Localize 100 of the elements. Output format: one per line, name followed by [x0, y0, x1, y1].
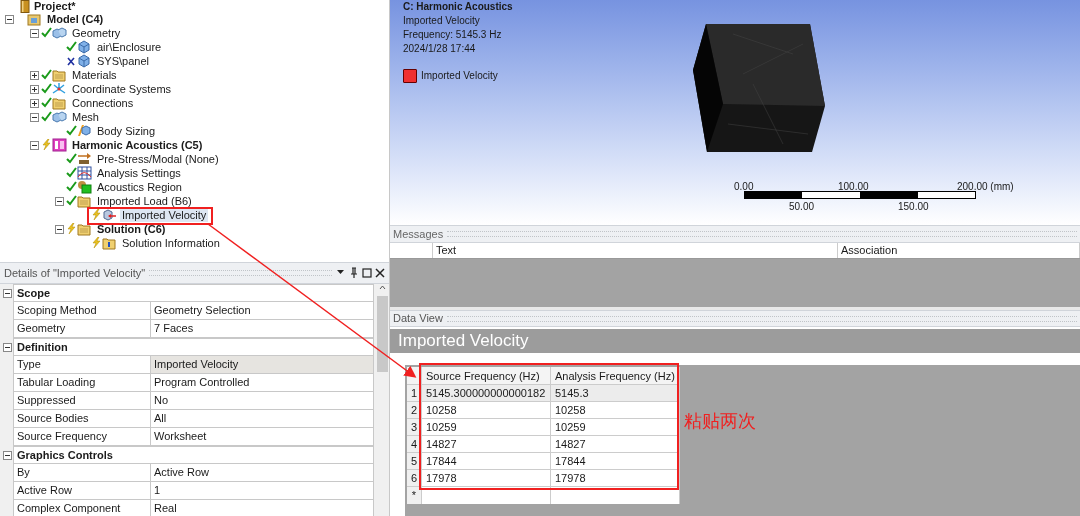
tree-item[interactable]: Solution (C6)	[95, 222, 168, 236]
folder-icon	[52, 96, 67, 110]
scale-label: 0.00	[734, 180, 754, 194]
property-value[interactable]: 7 Faces	[151, 320, 374, 338]
property-label: Suppressed	[13, 392, 151, 410]
collapse-icon[interactable]	[2, 288, 12, 298]
legend-label: Imported Velocity	[421, 69, 498, 83]
property-label: Source Bodies	[13, 410, 151, 428]
collapse-icon[interactable]	[2, 450, 12, 460]
group-heading: Definition	[13, 338, 374, 356]
collapse-icon[interactable]	[29, 28, 39, 38]
group-heading: Scope	[13, 284, 374, 302]
velocity-icon	[102, 208, 117, 222]
collapse-icon[interactable]	[54, 196, 64, 206]
folder-icon	[77, 222, 92, 236]
column-header[interactable]: Source Frequency (Hz)	[422, 367, 551, 384]
scale-label: 50.00	[789, 200, 815, 214]
collapse-icon[interactable]	[2, 342, 12, 352]
table-row[interactable]: 3 10259 10259	[407, 419, 680, 436]
table-cell: 14827	[551, 436, 680, 452]
tree-item[interactable]: Project*	[34, 0, 76, 13]
property-label: Active Row	[13, 482, 151, 500]
panel-title: Data View	[393, 311, 443, 327]
table-row[interactable]: 6 17978 17978	[407, 470, 680, 487]
tree-item[interactable]: SYS\panel	[95, 54, 151, 68]
property-value[interactable]: No	[151, 392, 374, 410]
tree-item[interactable]: Acoustics Region	[95, 180, 184, 194]
panel-title: Messages	[393, 226, 444, 242]
panel-title: Details of "Imported Velocity"	[4, 265, 146, 281]
property-value[interactable]: Geometry Selection	[151, 302, 374, 320]
table-cell: 14827	[422, 436, 551, 452]
tree-item[interactable]: Geometry	[70, 26, 123, 40]
view-title: C: Harmonic Acoustics	[403, 0, 513, 14]
table-row[interactable]: 2 10258 10258	[407, 402, 680, 419]
collapse-icon[interactable]	[29, 112, 39, 122]
property-label: Complex Component	[13, 500, 151, 516]
close-icon[interactable]	[375, 267, 385, 279]
new-row-marker: *	[407, 487, 422, 504]
folder-icon	[77, 194, 92, 208]
column-header[interactable]: Text	[433, 243, 838, 258]
expand-icon[interactable]	[29, 70, 39, 80]
sizing-icon	[77, 124, 92, 138]
arrow-icon	[77, 152, 92, 166]
property-value[interactable]: 1	[151, 482, 374, 500]
scale-label: 100.00	[838, 180, 869, 194]
maximize-icon[interactable]	[362, 267, 372, 279]
table-row[interactable]: 4 14827 14827	[407, 436, 680, 453]
region-icon	[77, 180, 92, 194]
tree-item[interactable]: air\Enclosure	[95, 40, 164, 54]
property-label: Scoping Method	[13, 302, 151, 320]
tree-item[interactable]: Model (C4)	[45, 12, 106, 26]
tree-item[interactable]: Materials	[70, 68, 119, 82]
property-value[interactable]: Real	[151, 500, 374, 516]
cube-icon	[77, 54, 92, 68]
collapse-icon[interactable]	[29, 140, 39, 150]
model-icon	[27, 12, 42, 26]
column-header[interactable]: Association	[838, 243, 1080, 258]
property-value[interactable]: Program Controlled	[151, 374, 374, 392]
book-icon	[20, 0, 30, 13]
table-cell: 17844	[551, 453, 680, 469]
tree-item[interactable]: Analysis Settings	[95, 166, 183, 180]
expand-icon[interactable]	[29, 98, 39, 108]
tree-item[interactable]: Imported Load (B6)	[95, 194, 194, 208]
property-label: By	[13, 464, 151, 482]
tree-item[interactable]: Solution Information	[120, 236, 222, 250]
collapse-icon[interactable]	[4, 14, 14, 24]
tree-item[interactable]: Coordinate Systems	[70, 82, 174, 96]
expand-icon[interactable]	[29, 84, 39, 94]
axes-icon	[52, 82, 67, 96]
tree-item[interactable]: Connections	[70, 96, 136, 110]
property-label: Source Frequency	[13, 428, 151, 446]
tree-item[interactable]: Mesh	[70, 110, 101, 124]
table-cell: 10258	[422, 402, 551, 418]
property-label: Type	[13, 356, 151, 374]
property-label: Geometry	[13, 320, 151, 338]
property-value[interactable]: Imported Velocity	[151, 356, 374, 374]
table-cell: 10259	[422, 419, 551, 435]
property-value[interactable]: All	[151, 410, 374, 428]
cubes-icon	[52, 110, 67, 124]
table-row[interactable]: 1 5145.300000000000182 5145.3	[407, 385, 680, 402]
pin-icon[interactable]	[349, 267, 359, 279]
table-cell: 17978	[422, 470, 551, 486]
table-cell: 5145.3	[551, 385, 680, 401]
annotation-text: 粘贴两次	[684, 410, 756, 433]
tree-item[interactable]: Body Sizing	[95, 124, 158, 138]
property-label: Tabular Loading	[13, 374, 151, 392]
property-value[interactable]: Worksheet	[151, 428, 374, 446]
column-header[interactable]: Analysis Frequency (Hz)	[551, 367, 680, 384]
scale-label: 200.00 (mm)	[957, 180, 1014, 194]
table-cell: 10259	[551, 419, 680, 435]
cube-icon	[77, 40, 92, 54]
tree-item[interactable]: Pre-Stress/Modal (None)	[95, 152, 221, 166]
property-value[interactable]: Active Row	[151, 464, 374, 482]
cubes-icon	[52, 26, 67, 40]
table-cell: 17978	[551, 470, 680, 486]
table-row[interactable]: 5 17844 17844	[407, 453, 680, 470]
collapse-icon[interactable]	[54, 224, 64, 234]
analysis-icon	[52, 138, 67, 152]
tree-item[interactable]: Harmonic Acoustics (C5)	[70, 138, 205, 152]
table-cell: 17844	[422, 453, 551, 469]
